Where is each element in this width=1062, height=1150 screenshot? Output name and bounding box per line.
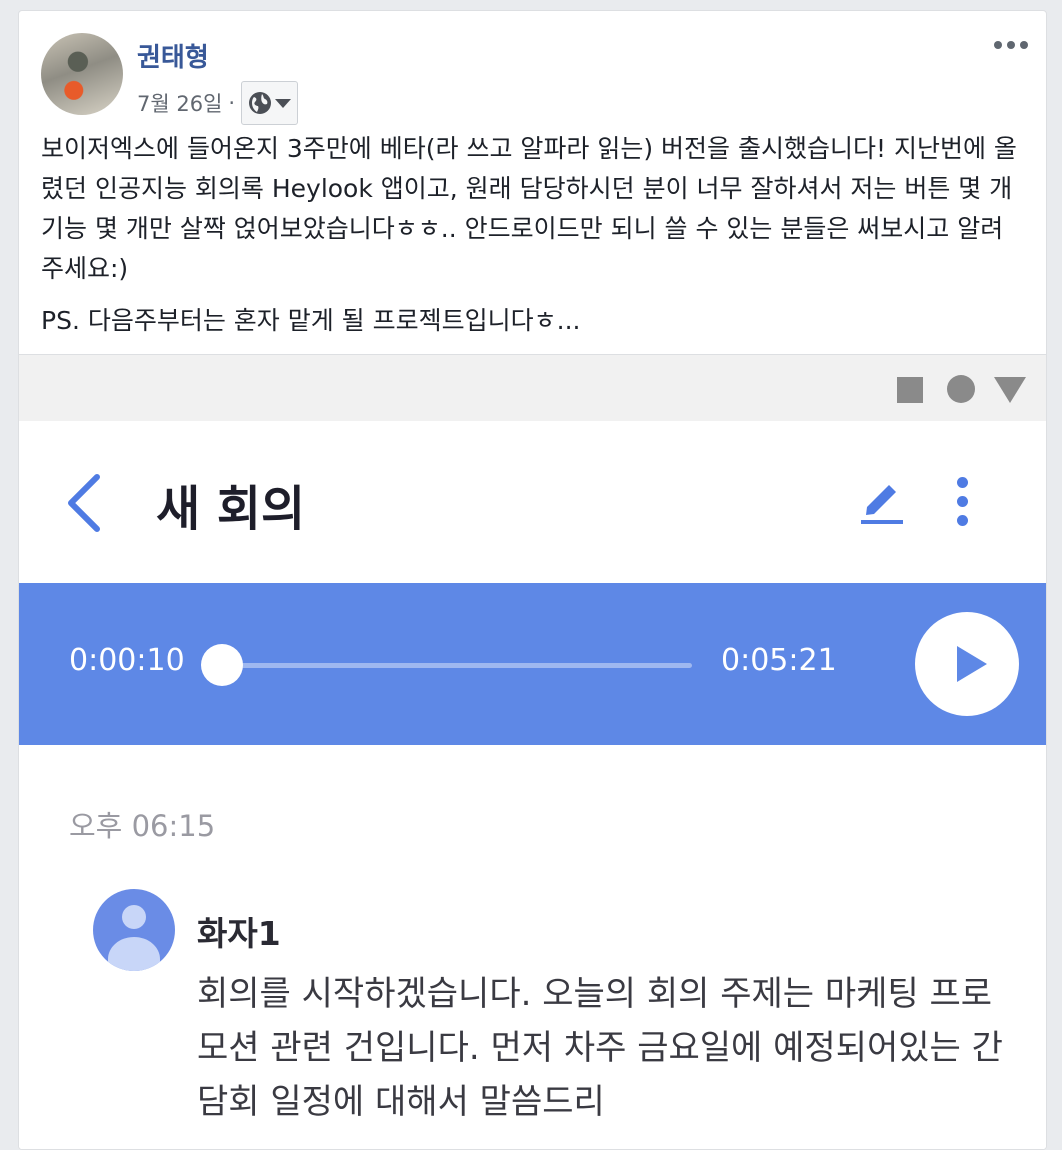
current-time: 0:00:10 — [69, 643, 185, 678]
play-button[interactable] — [915, 612, 1019, 716]
post-paragraph: PS. 다음주부터는 혼자 맡게 될 프로젝트입니다ㅎ... — [41, 306, 581, 335]
caret-down-icon — [275, 98, 292, 108]
author-name[interactable]: 권태형 — [137, 37, 209, 74]
audio-player: 0:00:10 0:05:21 — [19, 583, 1046, 745]
triangle-icon — [994, 377, 1026, 403]
slider-thumb[interactable] — [201, 644, 244, 686]
post-paragraph: 보이저엑스에 들어온지 3주만에 베타(라 쓰고 알파라 읽는) 버전을 출시했… — [41, 134, 1017, 283]
total-time: 0:05:21 — [721, 643, 837, 678]
more-horizontal-icon[interactable] — [994, 41, 1028, 49]
square-icon — [897, 377, 923, 403]
progress-slider[interactable] — [201, 644, 692, 686]
post-date[interactable]: 7월 26일 — [137, 88, 222, 118]
speaker-name: 화자1 — [197, 914, 281, 953]
attached-app-screenshot[interactable]: 새 회의 0:00:10 0:05:21 오후 06:15 화자1 회의를 시작… — [19, 354, 1046, 1149]
transcript-timestamp: 오후 06:15 — [69, 809, 216, 843]
post-meta: 7월 26일 · — [137, 81, 299, 125]
android-nav-bar — [19, 355, 1046, 421]
audience-selector-button[interactable] — [241, 81, 299, 125]
chevron-left-icon[interactable] — [63, 473, 103, 533]
meta-separator: · — [228, 91, 236, 115]
app-title: 새 회의 — [156, 481, 306, 537]
globe-icon — [249, 92, 272, 114]
transcript-text: 회의를 시작하겠습니다. 오늘의 회의 주제는 마케팅 프로모션 관련 건입니다… — [197, 974, 1003, 1122]
play-icon — [957, 646, 987, 682]
pencil-icon[interactable] — [857, 473, 907, 525]
author-avatar[interactable] — [41, 33, 123, 115]
app-bar: 새 회의 — [19, 421, 1046, 583]
post-body: 보이저엑스에 들어온지 3주만에 베타(라 쓰고 알파라 읽는) 버전을 출시했… — [41, 129, 1026, 353]
more-vertical-icon[interactable] — [957, 477, 968, 526]
feed-post: 권태형 7월 26일 · 보이저엑스에 들어온지 3주만에 베타(라 쓰고 알파… — [18, 10, 1047, 1150]
circle-icon — [947, 375, 975, 403]
transcript: 오후 06:15 화자1 회의를 시작하겠습니다. 오늘의 회의 주제는 마케팅… — [19, 745, 1046, 1149]
speaker-avatar — [93, 889, 175, 971]
